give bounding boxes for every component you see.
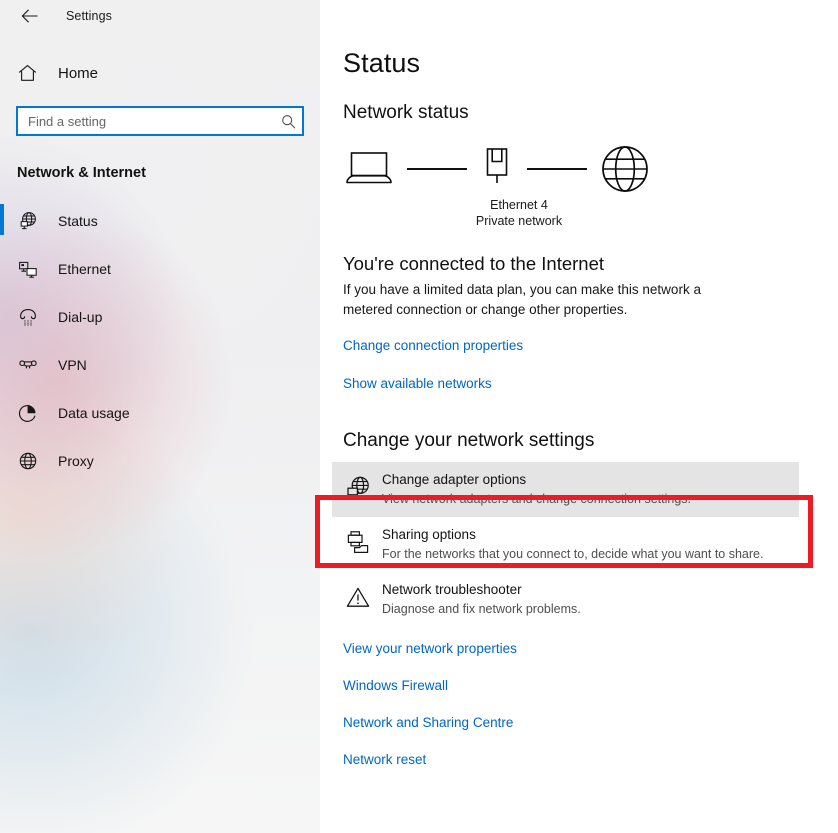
network-sharing-centre-link[interactable]: Network and Sharing Centre — [343, 715, 838, 730]
pie-chart-icon — [17, 402, 39, 424]
show-available-networks-link[interactable]: Show available networks — [343, 376, 492, 391]
laptop-icon — [343, 150, 395, 188]
network-status-heading: Network status — [343, 102, 838, 124]
ethernet-port-icon — [480, 146, 514, 192]
sidebar-nav-list: Status Ethernet — [0, 197, 320, 485]
sidebar-category-title: Network & Internet — [0, 165, 320, 181]
sidebar-item-data-usage-label: Data usage — [58, 405, 130, 421]
main-content: Status Network status — [320, 0, 838, 833]
warning-triangle-icon — [343, 583, 373, 613]
sidebar-item-proxy[interactable]: Proxy — [0, 437, 320, 485]
search-input[interactable] — [28, 114, 281, 129]
change-connection-properties-link[interactable]: Change connection properties — [343, 338, 523, 353]
network-reset-link[interactable]: Network reset — [343, 752, 838, 767]
ethernet-monitor-icon — [17, 258, 39, 280]
change-settings-heading: Change your network settings — [343, 430, 838, 452]
dialup-phone-icon — [17, 306, 39, 328]
network-status-icon — [17, 210, 39, 232]
back-arrow-icon[interactable] — [14, 3, 44, 29]
sidebar-item-ethernet-label: Ethernet — [58, 261, 111, 277]
sidebar-item-vpn[interactable]: VPN — [0, 341, 320, 389]
title-bar: Settings — [0, 0, 320, 32]
search-icon[interactable] — [281, 114, 296, 129]
globe-icon — [599, 143, 651, 195]
selection-indicator — [0, 204, 4, 235]
sharing-options-description: For the networks that you connect to, de… — [382, 545, 763, 563]
app-title: Settings — [66, 9, 112, 23]
view-network-properties-link[interactable]: View your network properties — [343, 641, 838, 656]
network-troubleshooter-description: Diagnose and fix network problems. — [382, 600, 581, 618]
page-title: Status — [343, 48, 838, 79]
change-adapter-options-row[interactable]: Change adapter options View network adap… — [332, 462, 799, 517]
sidebar-item-proxy-label: Proxy — [58, 453, 94, 469]
network-troubleshooter-row[interactable]: Network troubleshooter Diagnose and fix … — [332, 572, 799, 627]
adapter-name: Ethernet 4 — [449, 197, 589, 213]
connection-description: If you have a limited data plan, you can… — [343, 280, 715, 320]
search-box[interactable] — [16, 106, 304, 136]
vpn-icon — [17, 354, 39, 376]
network-troubleshooter-title: Network troubleshooter — [382, 581, 581, 599]
sharing-options-row[interactable]: Sharing options For the networks that yo… — [332, 517, 799, 572]
sidebar-item-dialup[interactable]: Dial-up — [0, 293, 320, 341]
sidebar-item-status-label: Status — [58, 213, 98, 229]
settings-window: Settings Home — [0, 0, 838, 833]
sharing-options-title: Sharing options — [382, 526, 763, 544]
connection-heading: You're connected to the Internet — [343, 253, 838, 275]
sharing-printer-icon — [343, 528, 373, 558]
settings-rows: Change adapter options View network adap… — [343, 462, 838, 627]
windows-firewall-link[interactable]: Windows Firewall — [343, 678, 838, 693]
network-type: Private network — [449, 213, 589, 229]
change-adapter-options-title: Change adapter options — [382, 471, 691, 489]
related-links: View your network properties Windows Fir… — [343, 641, 838, 767]
diagram-caption: Ethernet 4 Private network — [449, 197, 589, 229]
sidebar-item-data-usage[interactable]: Data usage — [0, 389, 320, 437]
change-adapter-options-description: View network adapters and change connect… — [382, 490, 691, 508]
sidebar-item-home-label: Home — [58, 65, 98, 82]
sidebar-item-status[interactable]: Status — [0, 197, 320, 245]
sidebar: Settings Home — [0, 0, 320, 833]
globe-icon — [17, 450, 39, 472]
sidebar-item-dialup-label: Dial-up — [58, 309, 102, 325]
network-diagram: Ethernet 4 Private network — [343, 141, 673, 231]
home-icon — [17, 63, 37, 83]
network-adapter-icon — [343, 473, 373, 503]
sidebar-item-vpn-label: VPN — [58, 357, 87, 373]
diagram-connector-left — [407, 168, 467, 170]
sidebar-item-home[interactable]: Home — [0, 56, 320, 90]
diagram-connector-right — [527, 168, 587, 170]
sidebar-item-ethernet[interactable]: Ethernet — [0, 245, 320, 293]
